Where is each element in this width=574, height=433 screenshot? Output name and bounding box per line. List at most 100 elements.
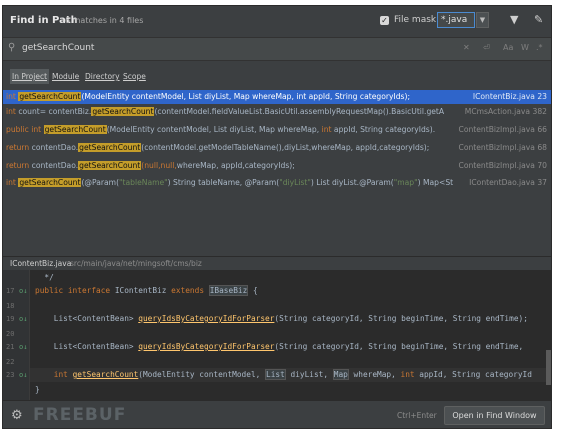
result-text: return contentDao.getSearchCount(null,nu… (3, 161, 295, 170)
results-list: int getSearchCount(ModelEntity contentMo… (3, 90, 551, 250)
words-icon[interactable]: W (521, 43, 529, 52)
code-token: public interface (35, 286, 115, 295)
code-token: { (248, 286, 258, 295)
code-line: List<ContentBean> queryIdsByCategoryIdFo… (35, 342, 523, 351)
result-row[interactable]: return contentDao.getSearchCount(null,nu… (3, 159, 551, 173)
code-token: Map (332, 369, 349, 380)
result-text-fragment: (ModelEntity contentModel, List diyList,… (106, 125, 322, 134)
result-text-fragment: "tableName" (119, 178, 168, 187)
code-token: List (265, 369, 286, 380)
implemented-icon[interactable]: o↓ (19, 315, 27, 323)
code-token: queryIdsByCategoryIdForParser (138, 342, 275, 351)
result-text-fragment: int (321, 125, 334, 134)
line-number: 22 (6, 358, 15, 366)
code-token: (String categoryId, String beginTime, St… (274, 342, 524, 351)
code-line: int getSearchCount(ModelEntity contentMo… (35, 369, 532, 380)
pin-icon[interactable]: ✎ (534, 13, 543, 26)
result-text-fragment: count= contentBiz. (18, 107, 92, 116)
result-location: ContentBizImpl.java 70 (458, 161, 547, 170)
implemented-icon[interactable]: o↓ (19, 343, 27, 351)
code-token: appId, String categoryId (419, 370, 532, 379)
code-line: List<ContentBean> queryIdsByCategoryIdFo… (35, 314, 528, 323)
result-row[interactable]: int getSearchCount(@Param("tableName") S… (3, 176, 551, 190)
code-token: diyList, (285, 370, 333, 379)
line-number: 18 (6, 302, 15, 310)
regex-icon[interactable]: .* (536, 43, 543, 52)
result-text: return contentDao.getSearchCount(content… (3, 143, 429, 152)
open-in-find-window-button[interactable]: Open in Find Window (444, 406, 545, 425)
match-count: 6 matches in 4 files (65, 16, 144, 25)
code-token: (String categoryId, String beginTime, St… (274, 314, 528, 323)
search-input[interactable]: getSearchCount (22, 43, 94, 53)
result-row[interactable]: return contentDao.getSearchCount(content… (3, 141, 551, 155)
result-row[interactable]: public int getSearchCount(ModelEntity co… (3, 123, 551, 137)
file-mask-label: File mask: (394, 15, 440, 25)
match-highlight: getSearchCount (43, 125, 107, 134)
result-text-fragment: (null,null, (141, 161, 177, 170)
match-highlight: getSearchCount (91, 107, 155, 116)
match-case-icon[interactable]: Aa (503, 43, 513, 52)
preview-file-path: src/main/java/net/mingsoft/cms/biz (70, 259, 202, 268)
code-line: public interface IContentBiz extends IBa… (35, 285, 258, 296)
line-number: 20 (6, 330, 15, 338)
implemented-icon[interactable]: o↓ (19, 371, 27, 379)
tab-in-project[interactable]: In Project (10, 69, 50, 84)
code-token: getSearchCount (72, 370, 139, 379)
tab-directory[interactable]: Directory (85, 69, 120, 84)
result-text-fragment: (contentModel.getModelTableName(),diyLis… (141, 143, 430, 152)
tab-module[interactable]: Module (52, 69, 79, 84)
search-bar: ⚲ getSearchCount ✕ ⏎ Aa W .* (3, 37, 551, 61)
dialog-footer: ⚙ FREEBUF Ctrl+Enter Open in Find Window (3, 400, 551, 428)
result-text-fragment: whereMap, appId,categoryIds); (176, 161, 295, 170)
result-text-fragment: ) List diyList.@Param( (310, 178, 394, 187)
code-token: IContentBiz (114, 286, 172, 295)
code-token: queryIdsByCategoryIdForParser (138, 314, 275, 323)
gear-icon[interactable]: ⚙ (11, 408, 23, 423)
code-token: List<ContentBean> (35, 314, 139, 323)
clear-icon[interactable]: ✕ (463, 43, 470, 52)
filter-icon[interactable]: ▼ (510, 13, 518, 26)
result-text-fragment: contentDao. (31, 143, 79, 152)
result-text-fragment: contentDao. (31, 161, 79, 170)
shortcut-hint: Ctrl+Enter (397, 411, 437, 420)
result-text-fragment: appId, String categoryIds). (333, 125, 436, 134)
preview-file-name: IContentBiz.java (10, 259, 72, 268)
code-token: } (35, 385, 40, 394)
tab-scope[interactable]: Scope (123, 69, 146, 84)
file-mask-checkbox[interactable]: ✓ (380, 16, 389, 25)
editor-scrollbar[interactable] (546, 350, 551, 385)
code-token: int (400, 370, 420, 379)
code-line: */ (35, 273, 53, 282)
code-token: (ModelEntity contentModel, (138, 370, 266, 379)
watermark-logo: FREEBUF (33, 405, 127, 425)
chevron-down-icon[interactable]: ▼ (476, 12, 489, 28)
file-mask-input[interactable]: *.java (437, 12, 475, 28)
result-text-fragment: int (6, 178, 19, 187)
search-icon: ⚲ (8, 42, 16, 53)
line-gutter: 17 o↓ 18 19 o↓ 20 21 o↓ 22 23 o↓ (3, 270, 30, 400)
code-token: List<ContentBean> (35, 342, 139, 351)
result-row[interactable]: int count= contentBiz.getSearchCount(con… (3, 105, 551, 119)
result-text-fragment: ) Map<St (417, 178, 454, 187)
result-row[interactable]: int getSearchCount(ModelEntity contentMo… (3, 90, 551, 104)
match-highlight: getSearchCount (18, 178, 82, 187)
result-text-fragment: return (6, 161, 32, 170)
code-token: int (53, 370, 73, 379)
result-location: ContentBizImpl.java 66 (458, 125, 547, 134)
preview-header: IContentBiz.java src/main/java/net/mings… (3, 256, 551, 271)
result-text: public int getSearchCount(ModelEntity co… (3, 125, 435, 134)
code-line: } (35, 385, 40, 394)
result-text: int getSearchCount(@Param("tableName") S… (3, 178, 453, 187)
scope-tabs: In Project Module Directory Scope (3, 69, 551, 85)
result-text-fragment: (ModelEntity contentModel, List diyList,… (81, 92, 410, 101)
code-token: IBaseBiz (208, 285, 249, 296)
result-text-fragment: int (6, 92, 19, 101)
newline-icon[interactable]: ⏎ (483, 43, 490, 52)
result-text-fragment: (contentModel.fieldValueList.BasicUtil.a… (154, 107, 445, 116)
match-highlight: getSearchCount (18, 92, 82, 101)
result-text-fragment: public int (6, 125, 44, 134)
implemented-icon[interactable]: o↓ (19, 287, 27, 295)
code-preview[interactable]: 17 o↓ 18 19 o↓ 20 21 o↓ 22 23 o↓ */public interfac… (3, 270, 551, 400)
result-location: IContentBiz.java 23 (468, 90, 547, 104)
result-text: int getSearchCount(ModelEntity contentMo… (3, 92, 410, 101)
